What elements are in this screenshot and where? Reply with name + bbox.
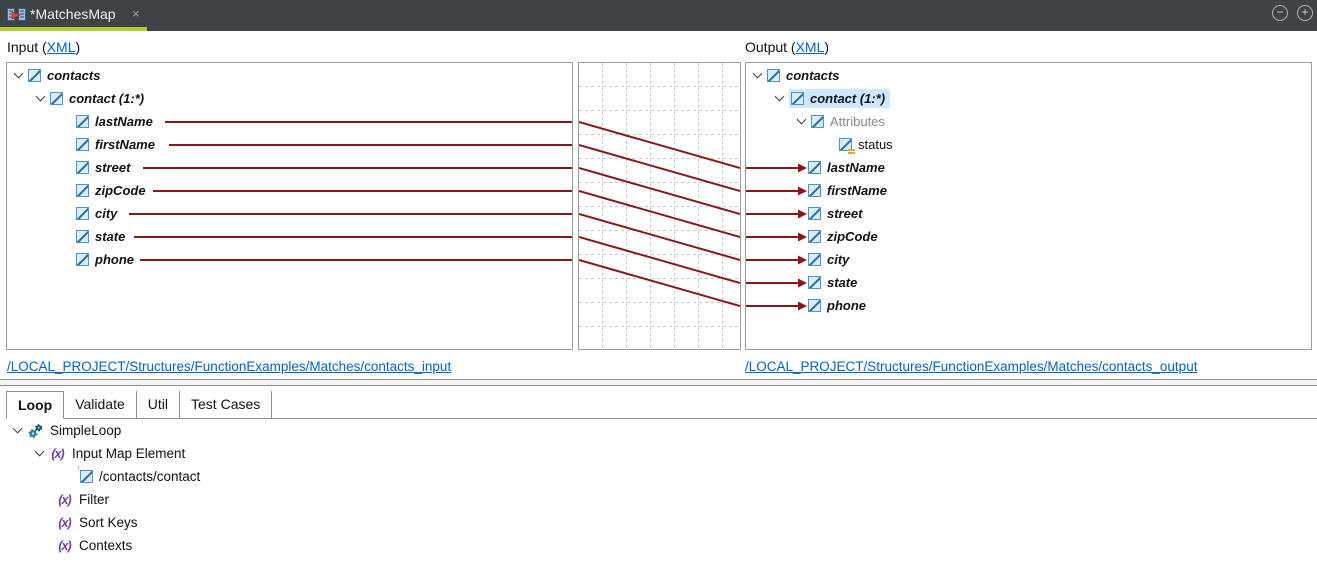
output-tree-item-firstname[interactable]: firstName [746,179,1310,202]
tree-item-label: lastName [827,160,885,175]
output-tree-item-attributes[interactable]: Attributes [746,110,1310,133]
rule-tree-item-sort-keys[interactable]: (x) Sort Keys [6,511,1316,534]
tree-item-label: Sort Keys [79,515,138,530]
chevron-down-icon[interactable] [752,68,763,79]
selected-item-highlight[interactable]: contact (1:*) [789,89,891,108]
chevron-down-icon[interactable] [774,91,785,102]
output-xml-link[interactable]: XML [796,39,825,55]
input-pane-header: Input (XML) [7,39,80,55]
xml-element-icon [808,161,821,174]
xml-element-icon [808,276,821,289]
tree-item-label: Contexts [79,538,133,553]
xml-element-icon [808,207,821,220]
input-mapping-stubs [129,121,572,261]
tree-item-label: contact (1:*) [810,91,886,106]
loop-rule-tree: SimpleLoop (x) Input Map Element ↑ /cont… [6,419,1317,568]
output-pane-header: Output (XML) [745,39,829,55]
function-icon: (x) [58,538,71,553]
output-header-text: Output ( [745,39,796,55]
xml-element-icon [808,253,821,266]
xml-element-icon [808,230,821,243]
bottom-tab-bar: Loop Validate Util Test Cases [6,391,273,419]
tab-validate[interactable]: Validate [64,391,137,418]
function-icon: (x) [51,446,64,461]
tab-util[interactable]: Util [137,391,181,418]
input-header-text: Input ( [7,39,47,55]
xml-element-icon [767,69,780,82]
input-structure-path-link[interactable]: /LOCAL_PROJECT/Structures/FunctionExampl… [7,359,451,374]
output-tree-item-lastname[interactable]: lastName [746,156,1310,179]
tree-item-label: status [858,137,893,152]
mapping-canvas-lines [579,63,740,349]
chevron-down-icon[interactable] [12,423,23,434]
input-tree-panel: contacts contact (1:*) lastName firstNam… [6,62,573,350]
tree-item-label: firstName [827,183,887,198]
map-file-icon [7,7,26,28]
rule-tree-item-input-map-element[interactable]: (x) Input Map Element [6,442,1316,465]
tree-item-label: city [827,252,850,267]
xml-element-icon [808,184,821,197]
output-header-suffix: ) [824,39,830,55]
mapped-element-icon: ↑ [76,463,93,483]
minus-circle-icon[interactable]: − [1272,5,1288,21]
output-structure-path-link[interactable]: /LOCAL_PROJECT/Structures/FunctionExampl… [745,359,1197,374]
chevron-down-icon[interactable] [796,114,807,125]
gears-icon [27,423,44,439]
tree-item-label: Filter [79,492,109,507]
tree-item-label: phone [827,298,866,313]
xml-element-icon [811,115,824,128]
output-tree-item-zipcode[interactable]: zipCode [746,225,1310,248]
tab-loop[interactable]: Loop [6,391,65,419]
function-icon: (x) [58,492,71,507]
rule-tree-item-contacts-contact[interactable]: ↑ /contacts/contact [6,463,1316,488]
editor-tab-bar: *MatchesMap × − + [0,0,1317,31]
rule-tree-item-simpleloop[interactable]: SimpleLoop [6,419,1316,442]
xml-element-icon [791,92,804,105]
output-tree-item-phone[interactable]: phone [746,294,1310,317]
input-header-suffix: ) [75,39,81,55]
rule-tree-item-contexts[interactable]: (x) Contexts [6,534,1316,557]
tree-item-label: /contacts/contact [99,469,201,484]
close-icon[interactable]: × [132,6,140,21]
grid-background [579,63,740,349]
output-tree-item-status[interactable]: status [746,133,1310,156]
rule-tree-item-filter[interactable]: (x) Filter [6,488,1316,511]
xml-element-icon [808,299,821,312]
tree-item-label: zipCode [827,229,878,244]
editor-tab-title[interactable]: *MatchesMap [30,6,116,22]
tree-item-label: street [827,206,863,221]
chevron-down-icon[interactable] [34,446,45,457]
output-tree-item-state[interactable]: state [746,271,1310,294]
function-icon: (x) [58,515,71,530]
active-tab-underline [0,27,147,31]
tree-item-label: state [827,275,858,290]
input-xml-link[interactable]: XML [47,39,76,55]
tree-item-label: Attributes [830,114,885,129]
tree-item-label: contacts [786,68,840,83]
tree-item-label: SimpleLoop [50,423,122,438]
output-tree-item-city[interactable]: city [746,248,1310,271]
horizontal-splitter[interactable] [0,379,1317,386]
tab-test-cases[interactable]: Test Cases [180,391,273,418]
tree-item-label: Input Map Element [72,446,186,461]
xml-attribute-icon [839,138,855,154]
output-tree-item-street[interactable]: street [746,202,1310,225]
plus-circle-icon[interactable]: + [1297,5,1313,21]
mapping-canvas[interactable] [578,62,741,350]
output-tree-panel: contacts contact (1:*) Attributes status… [745,62,1312,350]
output-tree-item-contact[interactable]: contact (1:*) [746,87,1310,110]
output-tree-item-contacts[interactable]: contacts [746,64,1310,87]
